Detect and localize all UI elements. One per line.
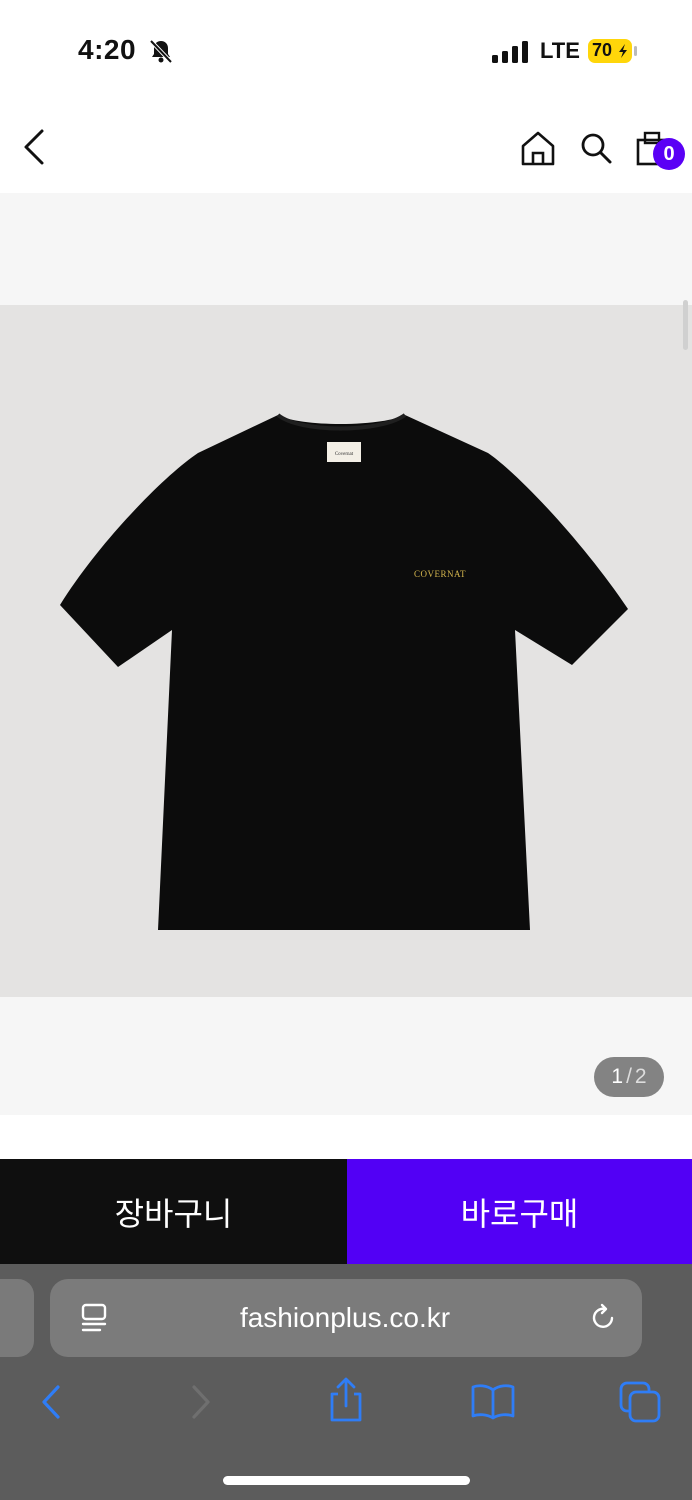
status-time: 4:20	[78, 34, 137, 65]
bookmarks-icon[interactable]	[470, 1382, 516, 1420]
signal-icon	[492, 41, 528, 63]
share-icon[interactable]	[326, 1376, 366, 1424]
reader-icon[interactable]	[80, 1302, 108, 1334]
buy-now-button[interactable]: 바로구매	[347, 1159, 692, 1264]
product-image[interactable]: Covernat COVERNAT	[0, 305, 692, 997]
previous-tab-preview[interactable]	[0, 1279, 34, 1357]
cart-count-badge: 0	[653, 138, 685, 170]
pager-total: 2	[634, 1065, 647, 1088]
search-icon[interactable]	[578, 130, 614, 166]
home-icon[interactable]	[518, 128, 558, 168]
gallery-top-padding	[0, 193, 692, 305]
network-label: LTE	[540, 38, 580, 63]
browser-forward-icon[interactable]	[186, 1382, 216, 1422]
scrollbar[interactable]	[683, 300, 688, 350]
battery-level: 70	[592, 40, 613, 60]
gallery-bottom-padding	[0, 997, 692, 1115]
image-pager: 1 / 2	[594, 1057, 664, 1097]
tshirt-image: Covernat COVERNAT	[60, 413, 628, 930]
bell-slash-icon	[149, 39, 173, 64]
tabs-icon[interactable]	[618, 1380, 662, 1424]
home-indicator[interactable]	[223, 1476, 470, 1485]
add-to-cart-button[interactable]: 장바구니	[0, 1159, 347, 1264]
url-text[interactable]: fashionplus.co.kr	[120, 1302, 570, 1334]
browser-back-icon[interactable]	[36, 1382, 66, 1422]
shirt-logo: COVERNAT	[414, 569, 466, 579]
pager-separator: /	[626, 1065, 632, 1088]
svg-text:Covernat: Covernat	[335, 452, 354, 457]
back-chevron-icon[interactable]	[18, 125, 54, 169]
reload-icon[interactable]	[590, 1302, 618, 1334]
pager-current: 1	[611, 1065, 624, 1088]
